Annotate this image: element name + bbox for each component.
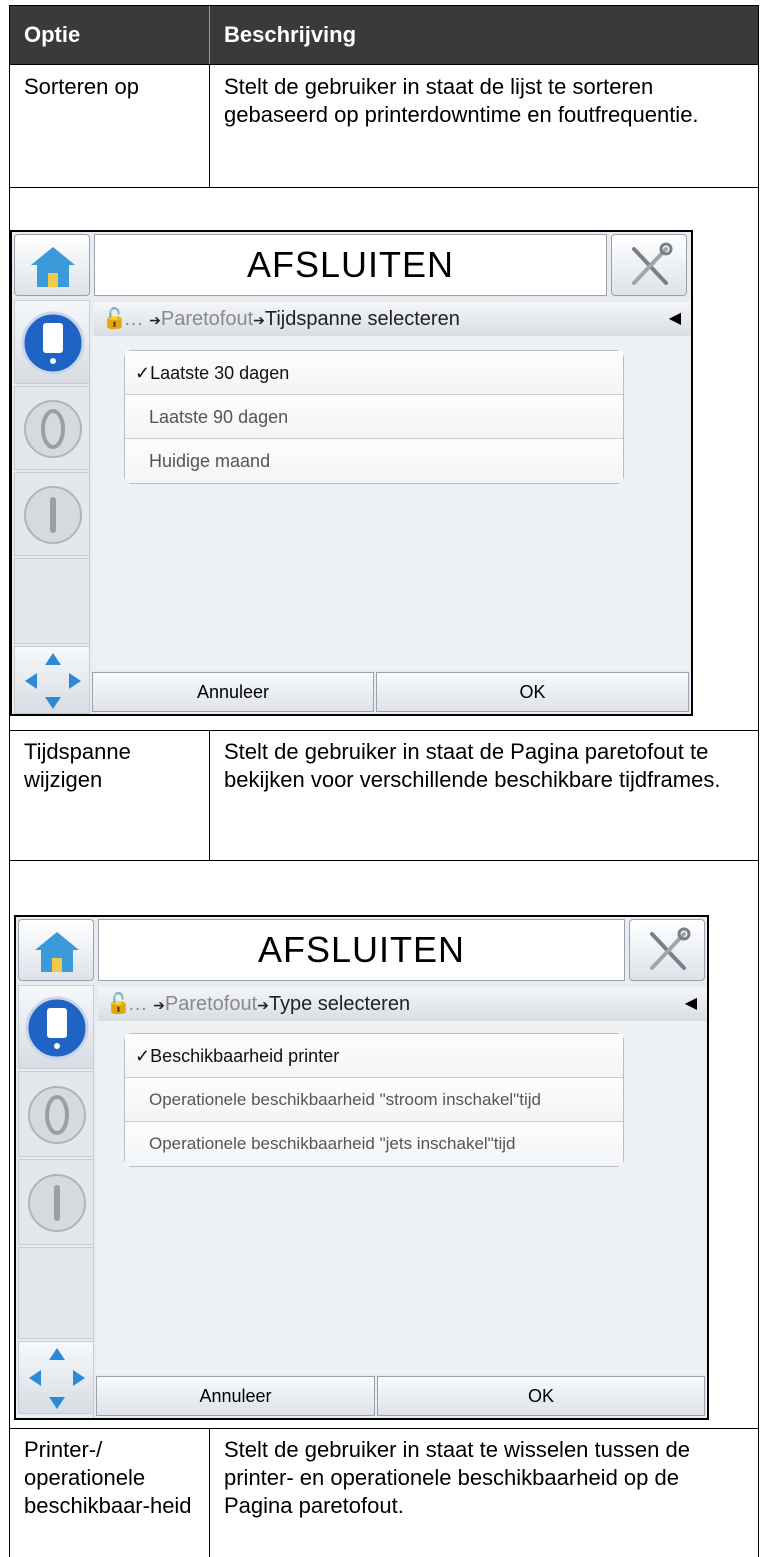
- stop-jet-button[interactable]: [18, 1159, 94, 1245]
- check-icon: ✓: [135, 1046, 151, 1066]
- collapse-triangle-icon[interactable]: ◀: [669, 302, 681, 336]
- breadcrumb-current: Tijdspanne selecteren: [264, 308, 460, 330]
- breadcrumb-ellipsis: …: [127, 993, 148, 1015]
- tools-icon: [632, 242, 673, 285]
- check-icon: ✓: [135, 363, 151, 383]
- breadcrumb: 🔓 … ➔Paretofout➔Tijdspanne selecteren ◀: [94, 302, 691, 336]
- jet-stop-icon: [24, 486, 82, 544]
- ok-button[interactable]: OK: [377, 1376, 705, 1416]
- breadcrumb-parent[interactable]: Paretofout: [161, 308, 253, 330]
- start-jet-button[interactable]: [14, 386, 90, 470]
- sidebar: [18, 985, 94, 1418]
- ink-button[interactable]: [18, 985, 94, 1069]
- tools-button[interactable]: [629, 919, 705, 981]
- breadcrumb-arrow-icon: ➔: [253, 312, 265, 328]
- ok-button[interactable]: OK: [376, 672, 689, 712]
- stop-jet-button[interactable]: [14, 472, 90, 556]
- tools-button[interactable]: [611, 234, 687, 296]
- list-item[interactable]: Huidige maand: [125, 439, 623, 483]
- jet-stop-icon: [28, 1174, 86, 1232]
- screen-title: AFSLUITEN: [94, 234, 607, 296]
- list-item[interactable]: Laatste 90 dagen: [125, 395, 623, 439]
- description-cell: Stelt de gebruiker in staat de lijst te …: [224, 74, 699, 127]
- list-item[interactable]: ✓Laatste 30 dagen: [125, 351, 623, 395]
- lock-icon: 🔓: [102, 308, 127, 330]
- jet-start-icon: [24, 400, 82, 458]
- navigation-arrows-icon: [25, 653, 81, 709]
- breadcrumb-arrow-icon: ➔: [257, 997, 269, 1013]
- empty-side-slot: [18, 1247, 94, 1339]
- option-list: ✓Laatste 30 dagen Laatste 90 dagen Huidi…: [124, 350, 624, 484]
- description-cell: Stelt de gebruiker in staat de Pagina pa…: [224, 739, 721, 792]
- content-area: ✓Beschikbaarheid printer Operationele be…: [96, 1021, 705, 1374]
- breadcrumb-current: Type selecteren: [268, 993, 411, 1015]
- list-item[interactable]: Operationele beschikbaarheid "stroom ins…: [125, 1078, 623, 1122]
- sidebar: [14, 300, 90, 714]
- home-button[interactable]: [14, 234, 90, 296]
- jet-start-icon: [28, 1086, 86, 1144]
- navigation-button[interactable]: [14, 646, 90, 714]
- content-area: ✓Laatste 30 dagen Laatste 90 dagen Huidi…: [92, 336, 689, 670]
- ink-button[interactable]: [14, 300, 90, 384]
- start-jet-button[interactable]: [18, 1071, 94, 1157]
- screen-title: AFSLUITEN: [98, 919, 625, 981]
- cancel-button[interactable]: Annuleer: [96, 1376, 375, 1416]
- description-cell: Stelt de gebruiker in staat te wisselen …: [224, 1437, 690, 1518]
- screenshot-row: AFSLUITEN 🔓 … ➔Paretofout➔Tijdspanne sel…: [9, 187, 759, 730]
- screenshot-row: AFSLUITEN 🔓 … ➔Paretofout➔Type selectere…: [9, 860, 759, 1428]
- list-item[interactable]: ✓Beschikbaarheid printer: [125, 1034, 623, 1078]
- navigation-arrows-icon: [29, 1348, 85, 1409]
- empty-side-slot: [14, 558, 90, 644]
- breadcrumb-ellipsis: …: [123, 308, 144, 330]
- option-list: ✓Beschikbaarheid printer Operationele be…: [124, 1033, 624, 1167]
- list-item[interactable]: Operationele beschikbaarheid "jets insch…: [125, 1122, 623, 1166]
- breadcrumb: 🔓 … ➔Paretofout➔Type selecteren ◀: [98, 987, 707, 1021]
- printer-screen: AFSLUITEN 🔓 … ➔Paretofout➔Type selectere…: [14, 915, 709, 1420]
- table-header: Optie Beschrijving: [9, 5, 759, 65]
- cancel-button[interactable]: Annuleer: [92, 672, 374, 712]
- home-icon: [31, 247, 75, 287]
- option-cell: Sorteren op: [24, 74, 139, 99]
- option-cell: Tijdspanne wijzigen: [24, 739, 131, 792]
- ink-bottle-icon: [25, 996, 89, 1060]
- breadcrumb-parent[interactable]: Paretofout: [165, 993, 257, 1015]
- header-description: Beschrijving: [224, 22, 357, 47]
- breadcrumb-arrow-icon: ➔: [149, 312, 161, 328]
- table-row: Tijdspanne wijzigen Stelt de gebruiker i…: [9, 730, 759, 860]
- tools-icon: [650, 927, 691, 970]
- navigation-button[interactable]: [18, 1341, 94, 1414]
- breadcrumb-arrow-icon: ➔: [153, 997, 165, 1013]
- header-option: Optie: [24, 22, 81, 47]
- lock-icon: 🔓: [106, 993, 131, 1015]
- printer-screen: AFSLUITEN 🔓 … ➔Paretofout➔Tijdspanne sel…: [10, 230, 693, 716]
- option-cell: Printer-/ operationele beschikbaar-heid: [24, 1437, 192, 1518]
- ink-bottle-icon: [21, 311, 85, 375]
- table-row: Printer-/ operationele beschikbaar-heid …: [9, 1428, 759, 1557]
- home-icon: [35, 932, 79, 972]
- home-button[interactable]: [18, 919, 94, 981]
- collapse-triangle-icon[interactable]: ◀: [685, 987, 697, 1021]
- table-row: Sorteren op Stelt de gebruiker in staat …: [9, 65, 759, 187]
